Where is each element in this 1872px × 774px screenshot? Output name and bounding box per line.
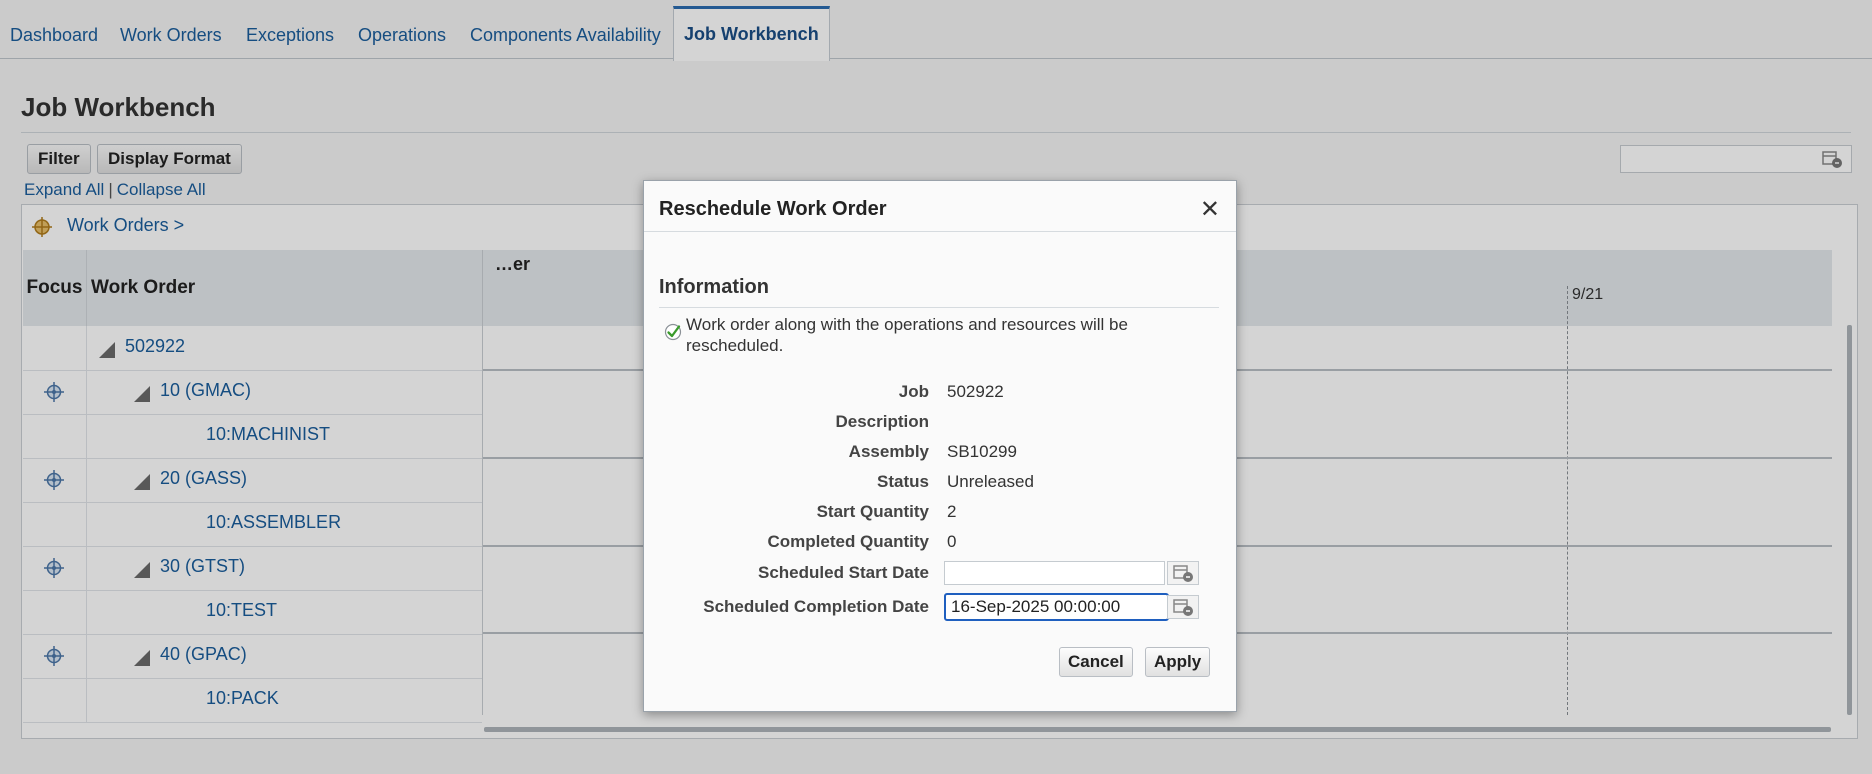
cancel-button[interactable]: Cancel <box>1059 647 1133 677</box>
scheduled-completion-calendar-button[interactable] <box>1167 595 1199 619</box>
dialog-title: Reschedule Work Order <box>659 198 887 220</box>
description-label: Description <box>835 412 929 431</box>
start-quantity-value: 2 <box>947 502 957 521</box>
dialog-divider <box>644 231 1236 232</box>
completed-quantity-label: Completed Quantity <box>767 532 929 551</box>
job-label: Job <box>898 382 929 401</box>
assembly-label: Assembly <box>848 442 929 461</box>
scheduled-start-input[interactable] <box>944 561 1165 585</box>
info-message: Work order along with the operations and… <box>686 315 1128 355</box>
checkmark-icon <box>664 323 682 341</box>
scheduled-completion-input[interactable] <box>944 593 1169 621</box>
calendar-icon <box>1173 565 1193 582</box>
section-heading: Information <box>659 276 769 298</box>
status-value: Unreleased <box>947 472 1034 491</box>
scheduled-start-label: Scheduled Start Date <box>758 563 929 582</box>
status-label: Status <box>877 472 929 491</box>
scheduled-completion-label: Scheduled Completion Date <box>703 597 929 616</box>
calendar-icon <box>1173 599 1193 616</box>
assembly-value: SB10299 <box>947 442 1017 461</box>
close-icon[interactable]: ✕ <box>1200 195 1220 224</box>
completed-quantity-value: 0 <box>947 532 957 551</box>
apply-button[interactable]: Apply <box>1145 647 1211 677</box>
start-quantity-label: Start Quantity <box>816 502 929 521</box>
scheduled-start-calendar-button[interactable] <box>1167 561 1199 585</box>
reschedule-dialog: Reschedule Work Order ✕ Information Work… <box>643 180 1237 712</box>
section-divider <box>659 307 1219 308</box>
job-value: 502922 <box>947 382 1004 401</box>
